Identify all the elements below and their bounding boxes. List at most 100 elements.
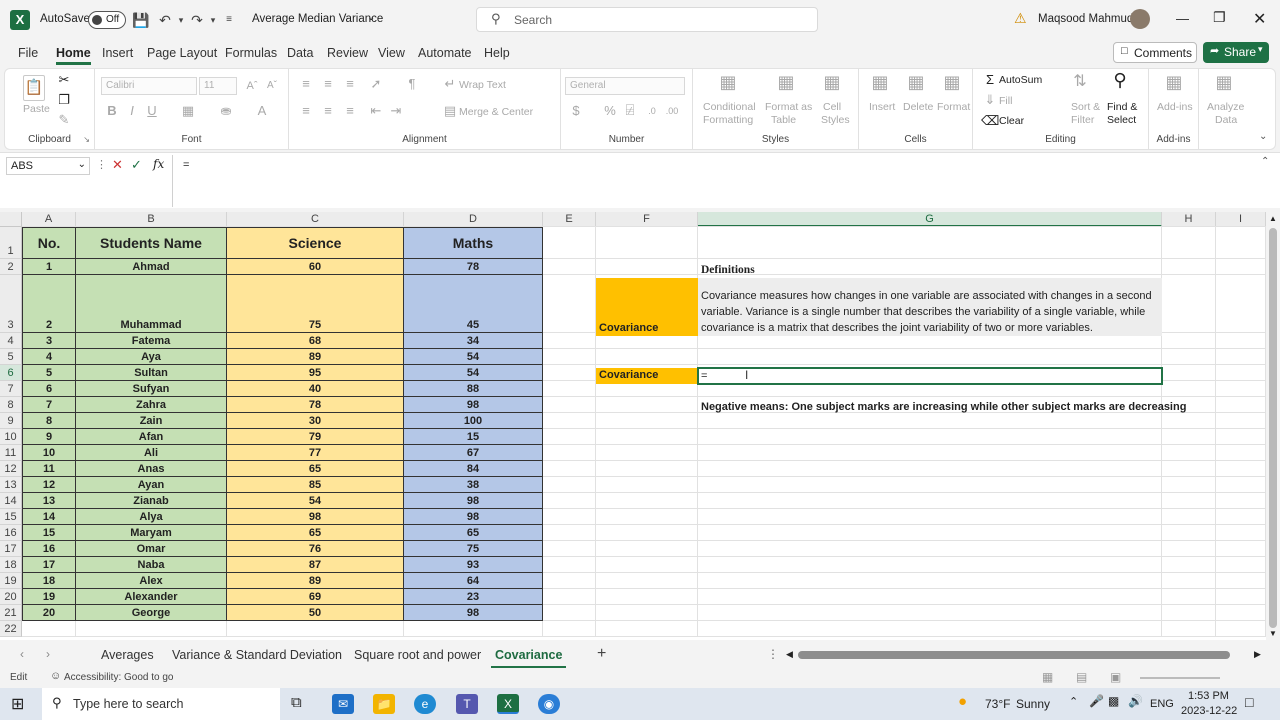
cell-science[interactable]: 60	[227, 259, 404, 275]
cell-maths[interactable]: 15	[404, 429, 543, 445]
worksheet-grid[interactable]: ABCDEFGHI 1 2 3 4 5 6 7 8 9 10 11 12 13 14 15 16 17 18 19 2…	[0, 212, 1266, 640]
show-hidden-icons-icon[interactable]: ⌃	[1069, 695, 1078, 708]
format-as-table-label-2[interactable]: Table	[771, 114, 796, 126]
cell-maths[interactable]: 88	[404, 381, 543, 397]
row-header-1[interactable]: 1	[0, 227, 22, 259]
cell-styles-label-1[interactable]: Cell	[823, 101, 841, 113]
definitions-title[interactable]: Definitions	[701, 264, 755, 276]
cell-no[interactable]: 9	[22, 429, 76, 445]
select-all-corner[interactable]	[0, 212, 22, 227]
cell-no[interactable]: 17	[22, 557, 76, 573]
analyze-data-label-1[interactable]: Analyze	[1207, 101, 1244, 113]
column-header-e[interactable]: E	[543, 212, 596, 227]
conditional-formatting-icon[interactable]: ▦	[719, 73, 737, 91]
cell-science[interactable]: 40	[227, 381, 404, 397]
name-box[interactable]: ABS ⌄	[6, 157, 90, 175]
formula-input[interactable]: =	[172, 155, 1258, 207]
align-bottom-icon[interactable]: ≡	[341, 75, 359, 93]
format-painter-icon[interactable]: ✎	[55, 111, 73, 129]
fill-button[interactable]: Fill	[999, 95, 1012, 107]
row-header-8[interactable]: 8	[0, 397, 22, 413]
cell-maths[interactable]: 38	[404, 477, 543, 493]
font-color-icon[interactable]: A	[253, 102, 271, 120]
bold-icon[interactable]: B	[103, 102, 121, 120]
cell-student-name[interactable]: Alexander	[76, 589, 227, 605]
collapse-ribbon-icon[interactable]: ⌄	[1259, 131, 1267, 142]
cell-maths[interactable]: 98	[404, 397, 543, 413]
definition-text-cell[interactable]: Covariance measures how changes in one v…	[698, 278, 1162, 336]
cell-maths[interactable]: 54	[404, 349, 543, 365]
cell-student-name[interactable]: George	[76, 605, 227, 621]
clear-icon[interactable]: ⌫	[981, 112, 999, 130]
cell-maths[interactable]: 84	[404, 461, 543, 477]
edge-browser-icon[interactable]: e	[414, 694, 436, 714]
column-header-h[interactable]: H	[1162, 212, 1216, 227]
header-science[interactable]: Science	[227, 227, 404, 259]
font-size-select[interactable]: 11	[199, 77, 237, 95]
sheet-tab-covariance[interactable]: Covariance	[490, 648, 567, 668]
merge-center-icon[interactable]: ▤	[441, 102, 459, 120]
user-name[interactable]: Maqsood Mahmud	[1038, 13, 1133, 25]
autosum-button[interactable]: AutoSum	[999, 74, 1042, 86]
cell-student-name[interactable]: Sultan	[76, 365, 227, 381]
vertical-scroll-thumb[interactable]	[1269, 228, 1277, 628]
cell-no[interactable]: 5	[22, 365, 76, 381]
cell-student-name[interactable]: Zianab	[76, 493, 227, 509]
fill-icon[interactable]: ⇓	[981, 91, 999, 109]
row-header-18[interactable]: 18	[0, 557, 22, 573]
cell-student-name[interactable]: Alya	[76, 509, 227, 525]
cell-science[interactable]: 30	[227, 413, 404, 429]
decrease-indent-icon[interactable]: ⇤	[367, 102, 385, 120]
cell-maths[interactable]: 45	[404, 275, 543, 333]
cell-maths[interactable]: 100	[404, 413, 543, 429]
cell-science[interactable]: 65	[227, 461, 404, 477]
cell-no[interactable]: 8	[22, 413, 76, 429]
column-header-g[interactable]: G	[698, 212, 1162, 227]
borders-icon[interactable]: ▦	[179, 102, 197, 120]
cancel-entry-icon[interactable]: ✕	[112, 157, 123, 173]
cell-no[interactable]: 2	[22, 275, 76, 333]
cell-maths[interactable]: 64	[404, 573, 543, 589]
insert-cells-icon[interactable]: ▦	[871, 73, 889, 91]
cell-maths[interactable]: 34	[404, 333, 543, 349]
cell-styles-icon[interactable]: ▦	[823, 73, 841, 91]
cell-student-name[interactable]: Fatema	[76, 333, 227, 349]
vertical-scrollbar[interactable]: ▲ ▼	[1266, 212, 1280, 640]
cell-science[interactable]: 85	[227, 477, 404, 493]
row-header-14[interactable]: 14	[0, 493, 22, 509]
orientation-icon[interactable]: ➚	[367, 75, 385, 93]
cell-maths[interactable]: 98	[404, 493, 543, 509]
cell-science[interactable]: 89	[227, 573, 404, 589]
align-left-icon[interactable]: ≡	[297, 102, 315, 120]
row-header-11[interactable]: 11	[0, 445, 22, 461]
horizontal-scroll-thumb[interactable]	[798, 651, 1230, 659]
conditional-formatting-label-1[interactable]: Conditional	[703, 101, 756, 113]
header-maths[interactable]: Maths	[404, 227, 543, 259]
warning-icon[interactable]: ⚠	[1014, 10, 1027, 27]
save-icon[interactable]: 💾	[132, 11, 150, 29]
align-center-icon[interactable]: ≡	[319, 102, 337, 120]
cell-science[interactable]: 50	[227, 605, 404, 621]
row-header-6[interactable]: 6	[0, 365, 22, 381]
format-cells-icon[interactable]: ▦	[943, 73, 961, 91]
cell-no[interactable]: 6	[22, 381, 76, 397]
sort-filter-label-1[interactable]: Sort &	[1071, 101, 1100, 113]
cell-student-name[interactable]: Afan	[76, 429, 227, 445]
column-header-f[interactable]: F	[596, 212, 698, 227]
cell-student-name[interactable]: Anas	[76, 461, 227, 477]
accessibility-status[interactable]: Accessibility: Good to go	[64, 672, 174, 683]
scroll-down-icon[interactable]: ▼	[1269, 629, 1277, 638]
page-layout-view-icon[interactable]: ▤	[1076, 670, 1087, 684]
avatar[interactable]	[1130, 9, 1150, 29]
row-header-5[interactable]: 5	[0, 349, 22, 365]
share-button[interactable]: ➦ Share ▾	[1203, 42, 1269, 63]
autosave-toggle[interactable]: Off	[88, 11, 126, 29]
sheet-tab-square-root[interactable]: Square root and power	[354, 648, 481, 662]
file-explorer-icon[interactable]: 📁	[373, 694, 395, 714]
sort-filter-icon[interactable]: ⇅	[1071, 73, 1089, 91]
cell-maths[interactable]: 75	[404, 541, 543, 557]
task-view-icon[interactable]: ⧉	[291, 694, 302, 711]
minimize-icon[interactable]: —	[1176, 11, 1189, 26]
cell-no[interactable]: 16	[22, 541, 76, 557]
cell-no[interactable]: 14	[22, 509, 76, 525]
